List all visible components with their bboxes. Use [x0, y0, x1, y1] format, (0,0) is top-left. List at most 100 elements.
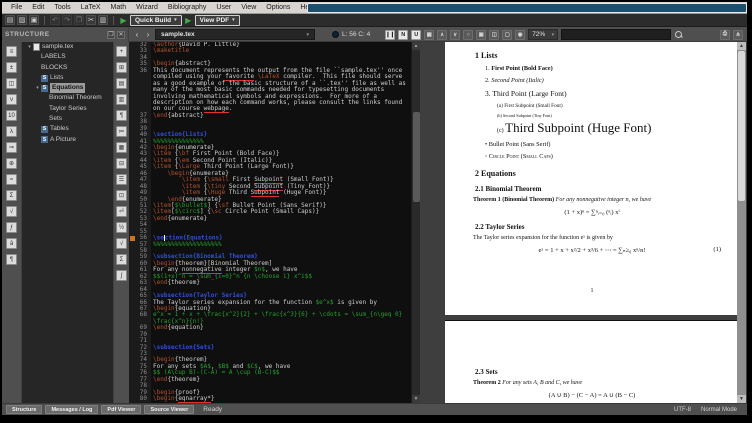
- undo-icon[interactable]: ↶: [50, 15, 60, 25]
- code-line[interactable]: \begin{eqnarray*}: [151, 396, 214, 402]
- scroll-down-icon[interactable]: ▼: [412, 395, 420, 403]
- status-tab-source-viewer[interactable]: Source Viewer: [144, 405, 194, 414]
- insert-newline-icon[interactable]: ⏎: [116, 206, 127, 217]
- menu-item-tools[interactable]: Tools: [49, 2, 75, 14]
- insert-paragraph-icon[interactable]: ¶: [116, 110, 127, 121]
- insert-matrix-icon[interactable]: ⊡: [116, 190, 127, 201]
- copy-icon[interactable]: ❐: [74, 15, 84, 25]
- code-line[interactable]: %%%%%%%%%%%%%%%%%%%: [151, 242, 222, 248]
- open-file-icon[interactable]: ▨: [17, 15, 27, 25]
- tree-item-sets[interactable]: Sets: [22, 114, 113, 124]
- track-circle-icon[interactable]: ○: [463, 30, 473, 40]
- tree-item-blocks[interactable]: BLOCKS: [22, 63, 113, 73]
- structure-panel-icon[interactable]: ≡: [6, 46, 17, 57]
- menu-item-options[interactable]: Options: [261, 2, 295, 14]
- status-tab-structure[interactable]: Structure: [6, 405, 42, 414]
- presentation-icon[interactable]: ◉: [515, 30, 525, 40]
- block-select-icon[interactable]: ▦: [424, 30, 434, 40]
- special-chars-panel-icon[interactable]: ¶: [6, 254, 17, 265]
- code-line[interactable]: \maketitle: [151, 48, 189, 54]
- greek-letters-panel-icon[interactable]: ν: [6, 94, 17, 105]
- insert-sum-icon[interactable]: Σ: [116, 254, 127, 265]
- numbers-panel-icon[interactable]: 10: [6, 110, 17, 121]
- insert-figure-icon[interactable]: ▦: [116, 142, 127, 153]
- tree-item-tables[interactable]: STables: [22, 124, 113, 134]
- code-line[interactable]: \end{abstract}: [151, 113, 204, 119]
- scroll-down-icon[interactable]: ▼: [737, 395, 746, 403]
- undock-panel-icon[interactable]: ❐: [107, 31, 115, 39]
- bookmark-prev-icon[interactable]: U: [411, 30, 421, 40]
- pdf-scrollbar[interactable]: ▲ ▼: [737, 42, 746, 403]
- status-tab-pdf-viewer[interactable]: Pdf Viewer: [101, 405, 141, 414]
- fit-window-icon[interactable]: ▢: [502, 30, 512, 40]
- menu-item-wizard[interactable]: Wizard: [131, 2, 163, 14]
- expand-all-icon[interactable]: ∨: [450, 30, 460, 40]
- code-line[interactable]: \end{theorem}: [151, 377, 200, 383]
- quick-build-button[interactable]: Quick Build▾: [130, 15, 182, 26]
- insert-table-icon[interactable]: ⊟: [116, 158, 127, 169]
- misc-math-panel-icon[interactable]: √: [6, 206, 17, 217]
- pdf-scrollbar-thumb[interactable]: [738, 51, 745, 201]
- collapse-all-icon[interactable]: ∧: [437, 30, 447, 40]
- menu-item-view[interactable]: View: [236, 2, 261, 14]
- search-icon[interactable]: [674, 30, 684, 40]
- insert-tabular-icon[interactable]: ☰: [116, 174, 127, 185]
- zoom-level-combo[interactable]: 72% ▾: [528, 29, 558, 40]
- run-quick-build-icon[interactable]: ▶: [119, 15, 128, 25]
- tree-item-sample-tex[interactable]: ▾sample.tex: [22, 42, 113, 52]
- bookmark-next-icon[interactable]: N: [398, 30, 408, 40]
- fit-page-icon[interactable]: ▣: [476, 30, 486, 40]
- menu-item-bibliography[interactable]: Bibliography: [163, 2, 212, 14]
- tree-item-labels[interactable]: LABELS: [22, 52, 113, 62]
- insert-sqrt-icon[interactable]: √: [116, 238, 127, 249]
- lambda-panel-icon[interactable]: λ: [6, 126, 17, 137]
- tree-item-a-picture[interactable]: SA Picture: [22, 135, 113, 145]
- run-view-pdf-icon[interactable]: ▶: [184, 15, 193, 25]
- code-line[interactable]: \end{theorem}: [151, 280, 200, 286]
- insert-frac-icon[interactable]: ½: [116, 222, 127, 233]
- editor-scrollbar[interactable]: ▲ ▼: [411, 42, 420, 403]
- expander-icon[interactable]: ▾: [34, 83, 41, 93]
- bookmarks-panel-icon[interactable]: ±: [6, 62, 17, 73]
- tree-item-equations[interactable]: ▾SEquations: [22, 83, 113, 93]
- open-document-combo[interactable]: sample.tex ▾: [155, 29, 315, 40]
- menu-item-edit[interactable]: Edit: [27, 2, 49, 14]
- search-input[interactable]: [561, 29, 671, 40]
- code-line[interactable]: \subsection{Sets}: [151, 345, 214, 351]
- scroll-up-icon[interactable]: ▲: [737, 42, 746, 50]
- menu-item-latex[interactable]: LaTeX: [76, 2, 106, 14]
- code-line[interactable]: \end{enumerate}: [151, 216, 207, 222]
- close-panel-icon[interactable]: ✕: [117, 31, 125, 39]
- save-icon[interactable]: ▣: [29, 15, 39, 25]
- operators-panel-icon[interactable]: ⊕: [6, 158, 17, 169]
- code-line[interactable]: \end{equation}: [151, 325, 204, 331]
- back-icon[interactable]: ‹: [133, 30, 141, 39]
- scroll-up-icon[interactable]: ▲: [412, 42, 420, 50]
- fit-width-icon[interactable]: ◫: [489, 30, 499, 40]
- arrows-panel-icon[interactable]: ⇒: [6, 142, 17, 153]
- insert-item-icon[interactable]: ≔: [116, 126, 127, 137]
- code-editor[interactable]: 32\author{David P. Little}33\maketitle34…: [129, 42, 411, 403]
- new-file-icon[interactable]: ▤: [5, 15, 15, 25]
- accents-panel-icon[interactable]: â: [6, 238, 17, 249]
- tree-item-lists[interactable]: SLists: [22, 73, 113, 83]
- tree-item-taylor-series[interactable]: Taylor Series: [22, 104, 113, 114]
- insert-subsection-icon[interactable]: ▥: [116, 94, 127, 105]
- editor-scrollbar-thumb[interactable]: [413, 112, 420, 202]
- menu-item-file[interactable]: File: [6, 2, 27, 14]
- delimiters-panel-icon[interactable]: Σ: [6, 190, 17, 201]
- status-tab-messages-log[interactable]: Messages / Log: [45, 405, 98, 414]
- forward-icon[interactable]: ›: [144, 30, 152, 39]
- menu-item-math[interactable]: Math: [106, 2, 132, 14]
- relations-panel-icon[interactable]: ≈: [6, 174, 17, 185]
- detach-viewer-icon[interactable]: ⋔: [733, 30, 743, 40]
- print-icon[interactable]: ⎙: [720, 30, 730, 40]
- paste-icon[interactable]: ▥: [98, 15, 108, 25]
- insert-chapter-icon[interactable]: ⊞: [116, 62, 127, 73]
- insert-label-icon[interactable]: +: [116, 46, 127, 57]
- insert-integral-icon[interactable]: ∫: [116, 270, 127, 281]
- tree-item-binomial-theorem[interactable]: Binomial Theorem: [22, 93, 113, 103]
- bookmark-toggle-icon[interactable]: ❙❙: [385, 30, 395, 40]
- menu-item-user[interactable]: User: [211, 2, 236, 14]
- functions-panel-icon[interactable]: ƒ: [6, 222, 17, 233]
